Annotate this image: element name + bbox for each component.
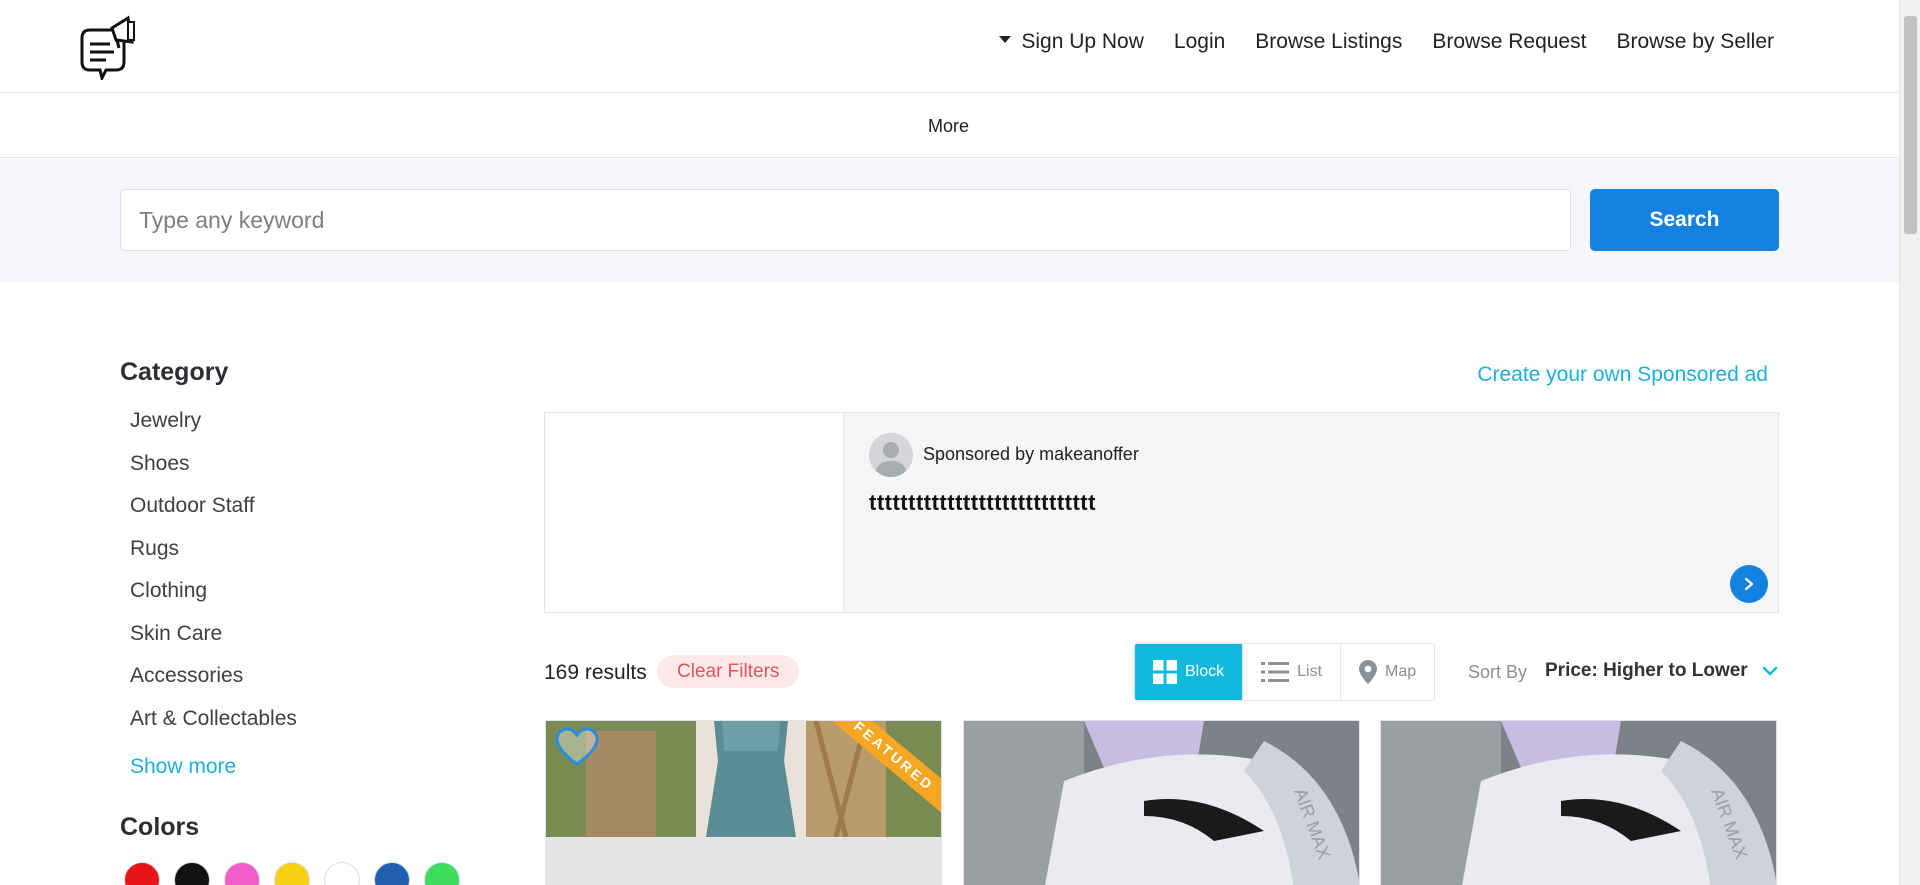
grid-icon <box>1153 660 1177 684</box>
more-bar: More <box>0 94 1899 158</box>
category-list: Jewelry Shoes Outdoor Staff Rugs Clothin… <box>130 409 480 749</box>
listing-card[interactable]: AIR MAX <box>963 720 1360 885</box>
category-item-accessories[interactable]: Accessories <box>130 664 480 707</box>
nav-browse-request[interactable]: Browse Request <box>1432 30 1586 54</box>
color-swatch-yellow[interactable] <box>274 862 310 885</box>
colors-heading: Colors <box>120 813 200 841</box>
color-swatch-white[interactable] <box>324 862 360 885</box>
category-item-rugs[interactable]: Rugs <box>130 537 480 580</box>
listing-image-placeholder <box>546 837 941 885</box>
listing-image: AIR MAX <box>964 721 1359 885</box>
color-swatches <box>124 862 480 885</box>
page-scrollbar[interactable] <box>1899 0 1920 885</box>
view-list-label: List <box>1297 663 1323 680</box>
color-swatch-green[interactable] <box>424 862 460 885</box>
category-item-clothing[interactable]: Clothing <box>130 579 480 622</box>
more-menu[interactable]: More <box>928 116 969 137</box>
listing-card[interactable]: AIR MAX <box>1380 720 1777 885</box>
sponsored-ad-card[interactable]: Sponsored by makeanoffer ttttttttttttttt… <box>544 412 1779 613</box>
view-block-button[interactable]: Block <box>1135 644 1244 700</box>
filter-sidebar: Category Jewelry Shoes Outdoor Staff Rug… <box>120 358 480 885</box>
category-item-outdoor-staff[interactable]: Outdoor Staff <box>130 494 480 537</box>
category-item-shoes[interactable]: Shoes <box>130 452 480 495</box>
color-swatch-black[interactable] <box>174 862 210 885</box>
search-button[interactable]: Search <box>1590 189 1779 251</box>
category-item-art-collectables[interactable]: Art & Collectables <box>130 707 480 750</box>
view-list-button[interactable]: List <box>1243 644 1342 700</box>
listing-card[interactable]: FEATURED <box>545 720 942 885</box>
sponsored-next-button[interactable] <box>1730 565 1768 603</box>
category-heading: Category <box>120 358 229 386</box>
main-nav: Sign Up Now Login Browse Listings Browse… <box>999 30 1774 54</box>
show-more-link[interactable]: Show more <box>130 755 480 779</box>
site-header: Sign Up Now Login Browse Listings Browse… <box>0 0 1899 93</box>
logo-icon[interactable] <box>76 12 138 83</box>
clear-filters-button[interactable]: Clear Filters <box>657 655 800 688</box>
nav-sign-up-label: Sign Up Now <box>1021 30 1144 53</box>
nav-browse-listings[interactable]: Browse Listings <box>1255 30 1402 54</box>
search-input[interactable] <box>120 189 1571 251</box>
create-sponsored-ad-link[interactable]: Create your own Sponsored ad <box>1477 363 1768 387</box>
avatar <box>869 433 913 477</box>
caret-down-icon <box>999 35 1012 43</box>
sponsored-by-label: Sponsored by makeanoffer <box>923 444 1139 464</box>
view-map-label: Map <box>1385 663 1417 680</box>
heart-icon[interactable] <box>554 727 600 767</box>
color-swatch-red[interactable] <box>124 862 160 885</box>
color-swatch-blue[interactable] <box>374 862 410 885</box>
nav-sign-up[interactable]: Sign Up Now <box>999 30 1144 54</box>
results-count: 169 results <box>544 661 647 684</box>
sort-by-label: Sort By <box>1468 662 1528 682</box>
results-toolbar: 169 results Clear Filters Block List Map <box>544 643 1779 703</box>
sort-value: Price: Higher to Lower <box>1545 660 1748 681</box>
scrollbar-thumb[interactable] <box>1904 16 1917 234</box>
sort-select[interactable]: Price: Higher to Lower <box>1545 660 1778 682</box>
sponsored-ad-image <box>545 413 844 612</box>
map-pin-icon <box>1359 660 1378 684</box>
chevron-down-icon <box>1762 666 1777 676</box>
chevron-right-icon <box>1744 577 1754 591</box>
color-swatch-pink[interactable] <box>224 862 260 885</box>
list-icon <box>1261 662 1290 682</box>
search-band: Search <box>0 159 1899 282</box>
category-item-skin-care[interactable]: Skin Care <box>130 622 480 665</box>
view-map-button[interactable]: Map <box>1341 644 1435 700</box>
sponsored-ad-title[interactable]: ttttttttttttttttttttttttttttt <box>869 490 1096 516</box>
category-item-jewelry[interactable]: Jewelry <box>130 409 480 452</box>
view-block-label: Block <box>1185 663 1225 680</box>
nav-browse-by-seller[interactable]: Browse by Seller <box>1616 30 1774 54</box>
nav-login[interactable]: Login <box>1174 30 1225 54</box>
listing-image: AIR MAX <box>1381 721 1776 885</box>
view-toggle: Block List Map <box>1134 643 1436 701</box>
